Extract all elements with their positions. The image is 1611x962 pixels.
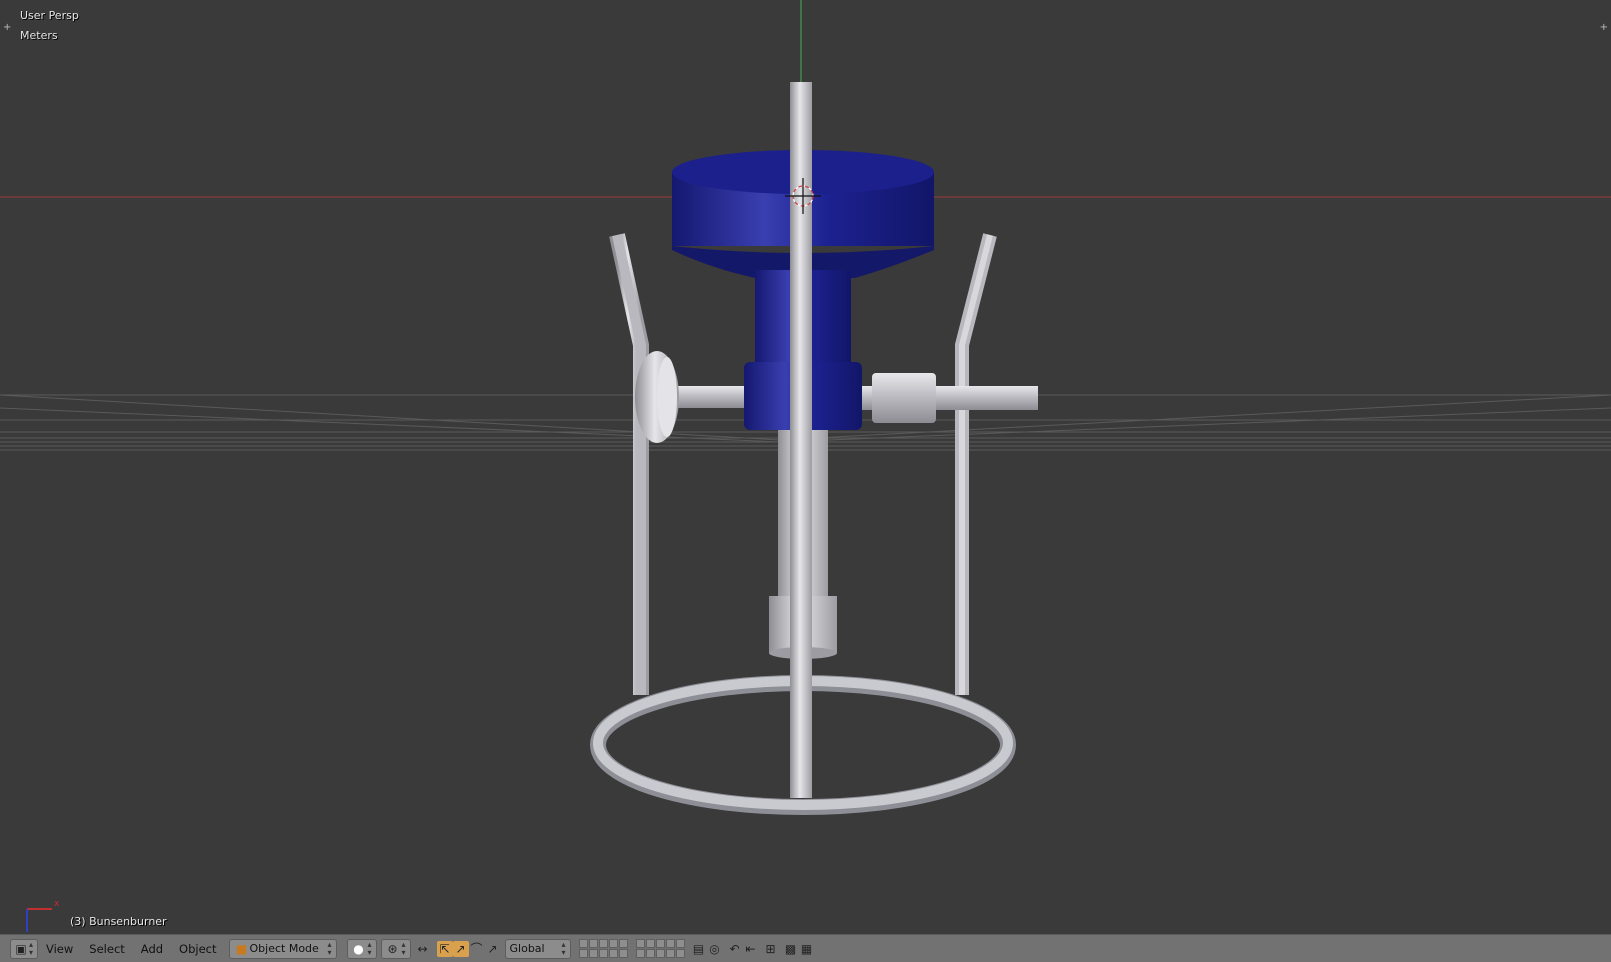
rotate-icon[interactable]: ↗: [452, 940, 469, 957]
scale-icon[interactable]: ⌒: [469, 941, 485, 957]
orientation-selector[interactable]: Global ▴ ▾: [504, 938, 571, 959]
axis-gizmo: x: [26, 899, 60, 932]
translate-icon[interactable]: ⇱: [436, 940, 453, 957]
proportional-edit-icon[interactable]: ◎: [707, 941, 723, 957]
solid-sphere-icon: ●: [353, 941, 364, 956]
menu-view[interactable]: View: [38, 942, 81, 956]
left-knob[interactable]: [635, 351, 679, 443]
editor-type-selector[interactable]: ▣ ▴ ▾: [10, 938, 38, 959]
menu-object[interactable]: Object: [171, 942, 224, 956]
transform-extra-icon[interactable]: ↗: [485, 941, 501, 957]
layer-grid-2[interactable]: [635, 939, 685, 958]
viewport-scene[interactable]: x: [0, 0, 1611, 934]
layer-icon[interactable]: ▤: [691, 941, 707, 957]
render-camera-icon[interactable]: ▩: [783, 941, 799, 957]
manipulator-icon[interactable]: ↔: [415, 941, 431, 957]
snap-target-icon[interactable]: ⊞: [763, 941, 779, 957]
active-object-label: (3) Bunsenburner: [70, 915, 167, 928]
area-split-corner-icon[interactable]: +: [3, 22, 11, 33]
object-mode-icon: ■: [235, 941, 248, 956]
cube-icon: ▣: [15, 941, 27, 956]
pivot-icon: ⊛: [387, 941, 398, 956]
viewport-header: ▣ ▴ ▾ View Select Add Object ■ Object Mode…: [0, 934, 1611, 962]
menu-select[interactable]: Select: [81, 942, 132, 956]
layer-grid-1[interactable]: [578, 939, 628, 958]
units-label: Meters: [20, 29, 58, 42]
mode-label: Object Mode: [249, 942, 319, 955]
area-split-corner-icon[interactable]: +: [1600, 22, 1608, 33]
render-anim-icon[interactable]: ▦: [799, 941, 815, 957]
pivot-selector[interactable]: ⊛ ▴ ▾: [380, 938, 411, 959]
3d-viewport[interactable]: x User Persp Meters (3) Bunsenburner + +: [0, 0, 1611, 934]
right-clamp[interactable]: [872, 373, 936, 423]
shading-selector[interactable]: ● ▴ ▾: [346, 938, 377, 959]
snap-element-icon[interactable]: ⇤: [743, 941, 759, 957]
snap-magnet-icon[interactable]: ↶: [727, 941, 743, 957]
orientation-label: Global: [509, 942, 545, 955]
mode-selector[interactable]: ■ Object Mode ▴ ▾: [228, 938, 337, 959]
view-name-label: User Persp: [20, 9, 79, 22]
svg-text:x: x: [54, 899, 60, 909]
menu-add[interactable]: Add: [133, 942, 171, 956]
vertical-rod[interactable]: [790, 82, 812, 798]
